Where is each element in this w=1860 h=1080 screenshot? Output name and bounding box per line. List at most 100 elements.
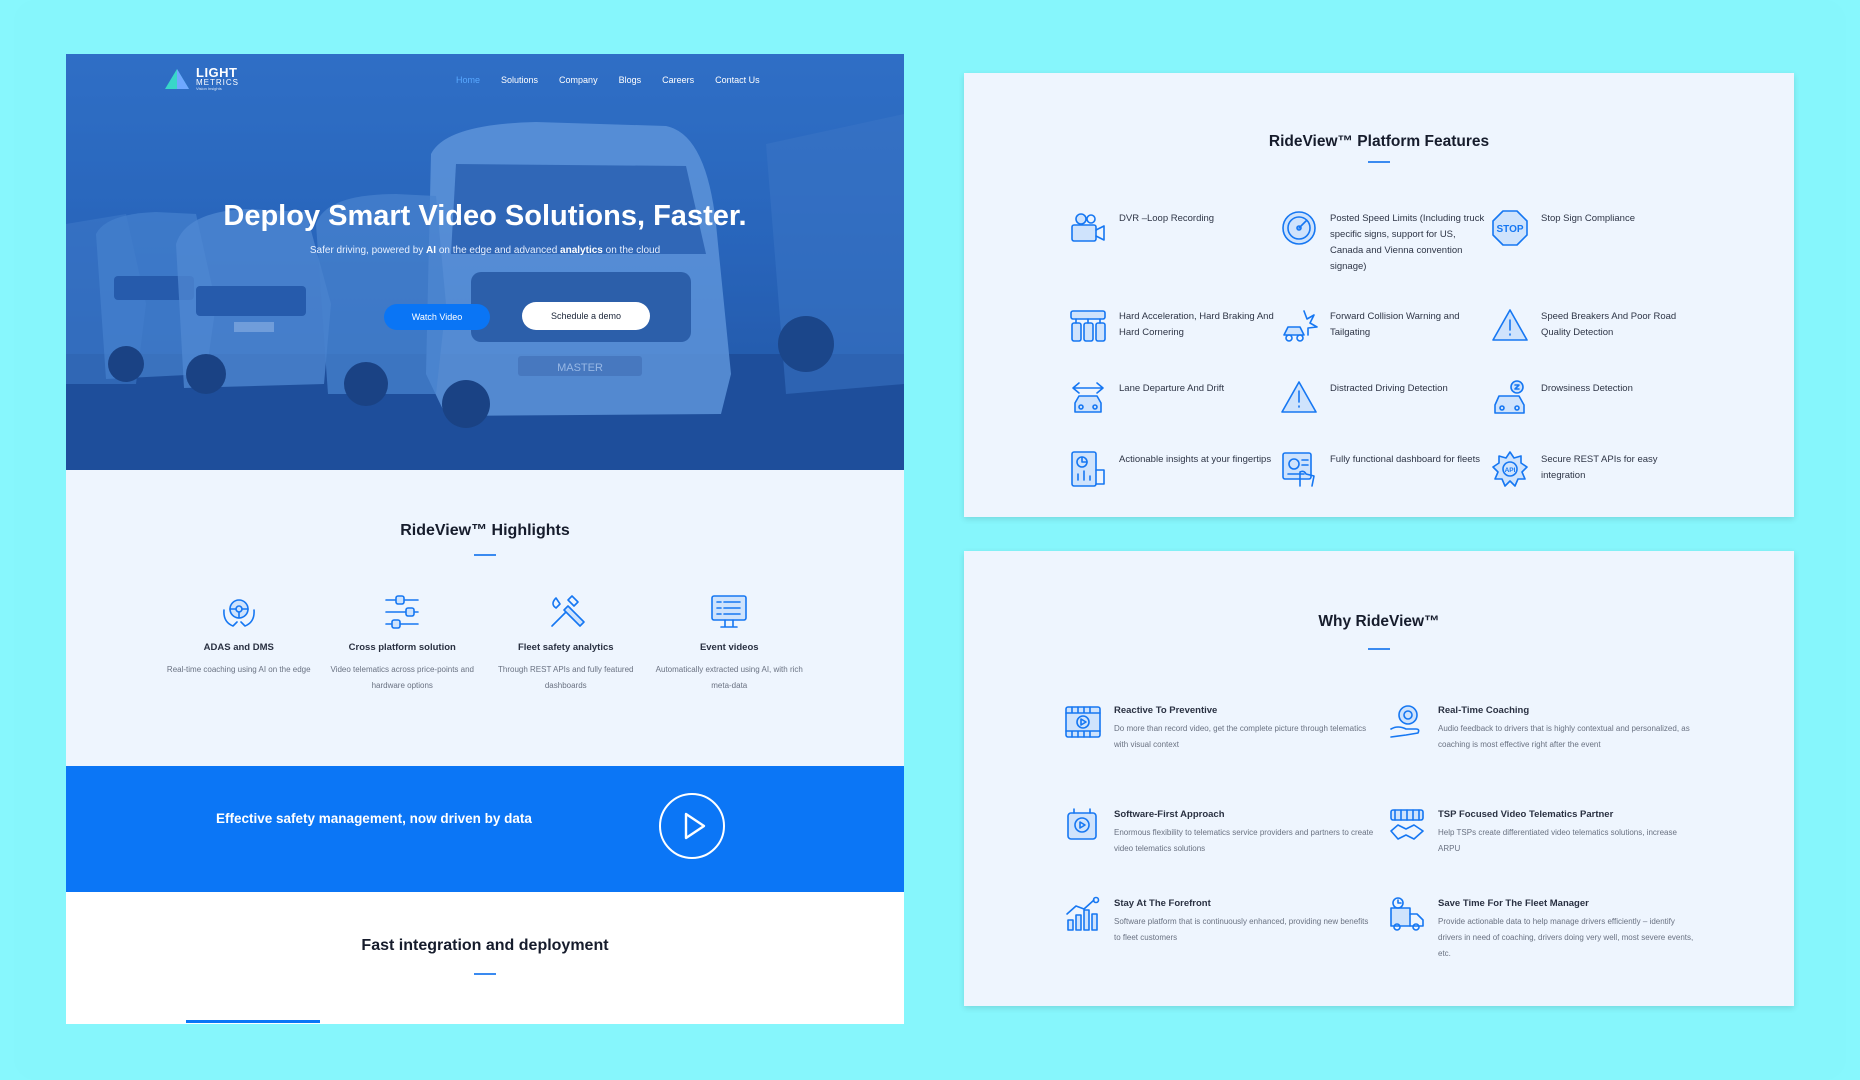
lane-departure-icon [1072, 382, 1104, 413]
feature-item: DVR –Loop Recording [1069, 209, 1279, 247]
feature-item: Lane Departure And Drift [1069, 379, 1279, 417]
nav-contact-us[interactable]: Contact Us [715, 75, 760, 85]
nav-solutions[interactable]: Solutions [501, 75, 538, 85]
highlights-section: RideView™ Highlights ADAS and DMS Real-t… [66, 470, 904, 766]
highlight-desc: Automatically extracted using AI, with r… [655, 665, 803, 690]
title-underline [1368, 161, 1390, 163]
logo-tagline: Vision Insights [196, 86, 222, 91]
feature-label: DVR –Loop Recording [1119, 213, 1215, 224]
feature-item: Drowsiness Detection [1491, 379, 1701, 417]
growth-chart-icon [1066, 896, 1100, 931]
pedals-icon [1070, 310, 1106, 342]
homepage-preview: MASTER LIGHT METRICS Vision Insights Hom… [66, 54, 904, 1024]
feature-label: Actionable insights at your fingertips [1119, 454, 1272, 465]
why-item-desc: Do more than record video, get the compl… [1114, 724, 1367, 749]
why-item-desc: Enormous flexibility to telematics servi… [1114, 828, 1374, 853]
highlights-list: ADAS and DMS Real-time coaching using AI… [157, 592, 811, 694]
feature-label: Posted Speed Limits (Including truck spe… [1330, 213, 1485, 272]
feature-label: Forward Collision Warning and Tailgating [1330, 311, 1460, 338]
feature-item: API Secure REST APIs for easy integratio… [1491, 450, 1701, 488]
feature-item: Speed Breakers And Poor Road Quality Det… [1491, 307, 1701, 345]
tools-icon [550, 595, 585, 627]
feature-label: Hard Acceleration, Hard Braking And Hard… [1119, 311, 1274, 338]
report-chart-icon [1071, 451, 1105, 487]
nav-blogs[interactable]: Blogs [619, 75, 642, 85]
highlight-item: ADAS and DMS Real-time coaching using AI… [157, 592, 321, 694]
svg-text:STOP: STOP [1496, 224, 1523, 235]
watch-video-button[interactable]: Watch Video [384, 304, 490, 330]
truck-clock-icon [1390, 897, 1424, 931]
highlight-title: Event videos [699, 642, 759, 653]
why-item-desc: Audio feedback to drivers that is highly… [1438, 724, 1690, 749]
why-item-title: Stay At The Forefront [1114, 898, 1211, 909]
feature-label: Lane Departure And Drift [1119, 383, 1225, 394]
highlight-item: Cross platform solution Video telematics… [321, 592, 485, 694]
vans-background-image: MASTER [66, 54, 904, 470]
highlight-item: Fleet safety analytics Through REST APIs… [484, 592, 648, 694]
dashboard-touch-icon [1282, 452, 1315, 487]
why-item: Software-First Approach Enormous flexibi… [1064, 807, 1374, 857]
title-underline [1368, 648, 1390, 650]
highlight-desc: Video telematics across price-points and… [330, 665, 474, 690]
feature-item: Forward Collision Warning and Tailgating [1280, 307, 1490, 345]
hero-title: Deploy Smart Video Solutions, Faster. [223, 200, 747, 232]
coaching-gear-icon [1390, 705, 1420, 738]
highlight-desc: Through REST APIs and fully featured das… [498, 665, 634, 690]
tab-indicator [186, 1020, 320, 1023]
title-underline [474, 973, 496, 975]
why-title: Why RideView™ [1318, 613, 1440, 630]
why-item-title: Save Time For The Fleet Manager [1438, 898, 1589, 909]
why-item-title: Real-Time Coaching [1438, 705, 1530, 716]
hero-section: MASTER LIGHT METRICS Vision Insights Hom… [66, 54, 904, 470]
film-play-icon [1065, 706, 1101, 738]
schedule-demo-button[interactable]: Schedule a demo [522, 302, 650, 330]
feature-item: Distracted Driving Detection [1280, 379, 1490, 417]
highlights-title: RideView™ Highlights [400, 522, 570, 539]
top-navigation: Home Solutions Company Blogs Careers Con… [456, 75, 760, 85]
fast-integration-section: Fast integration and deployment [66, 892, 904, 1024]
highlight-title: Fleet safety analytics [517, 642, 614, 653]
highlight-item: Event videos Automatically extracted usi… [648, 592, 812, 694]
why-item: Stay At The Forefront Software platform … [1064, 896, 1374, 946]
stop-sign-icon: STOP [1492, 210, 1528, 246]
why-item-desc: Software platform that is continuously e… [1114, 917, 1369, 942]
sliders-icon [385, 595, 420, 629]
why-item: Save Time For The Fleet Manager Provide … [1388, 896, 1698, 962]
hero-subtitle: Safer driving, powered by AI on the edge… [309, 245, 661, 256]
play-video-button[interactable] [659, 793, 725, 859]
collision-icon [1283, 310, 1318, 342]
why-item-title: TSP Focused Video Telematics Partner [1438, 809, 1614, 820]
features-title: RideView™ Platform Features [1268, 133, 1490, 150]
api-gear-icon: API [1492, 451, 1528, 487]
feature-label: Stop Sign Compliance [1541, 213, 1635, 224]
why-item-desc: Help TSPs create differentiated video te… [1438, 828, 1677, 853]
platform-features-panel: RideView™ Platform Features DVR –Loop Re… [964, 73, 1794, 517]
logo-triangle-icon [165, 68, 189, 89]
why-item: Real-Time Coaching Audio feedback to dri… [1388, 703, 1698, 753]
handshake-icon [1390, 809, 1424, 840]
why-item-title: Software-First Approach [1114, 809, 1225, 820]
why-item-title: Reactive To Preventive [1114, 705, 1218, 716]
feature-item: Actionable insights at your fingertips [1069, 450, 1279, 488]
highlight-title: ADAS and DMS [203, 642, 274, 653]
feature-item: STOP Stop Sign Compliance [1491, 209, 1701, 247]
why-item-desc: Provide actionable data to help manage d… [1438, 917, 1694, 958]
warning-triangle-icon [1281, 381, 1317, 413]
feature-label: Secure REST APIs for easy integration [1541, 454, 1658, 481]
nav-home[interactable]: Home [456, 75, 480, 85]
speedometer-icon [1282, 211, 1316, 245]
logo[interactable]: LIGHT METRICS Vision Insights [164, 66, 239, 91]
nav-careers[interactable]: Careers [662, 75, 694, 85]
software-box-icon [1067, 808, 1097, 840]
road-warning-icon [1492, 309, 1528, 341]
why-item: TSP Focused Video Telematics Partner Hel… [1388, 807, 1698, 857]
feature-label: Fully functional dashboard for fleets [1330, 454, 1480, 465]
play-icon [684, 812, 706, 840]
nav-company[interactable]: Company [559, 75, 598, 85]
feature-label: Distracted Driving Detection [1330, 383, 1448, 394]
why-rideview-panel: Why RideView™ Reactive To Preventive Do … [964, 551, 1794, 1006]
feature-label: Speed Breakers And Poor Road Quality Det… [1541, 311, 1677, 338]
feature-item: Posted Speed Limits (Including truck spe… [1280, 209, 1490, 275]
svg-text:API: API [1505, 467, 1516, 474]
feature-label: Drowsiness Detection [1541, 383, 1633, 394]
